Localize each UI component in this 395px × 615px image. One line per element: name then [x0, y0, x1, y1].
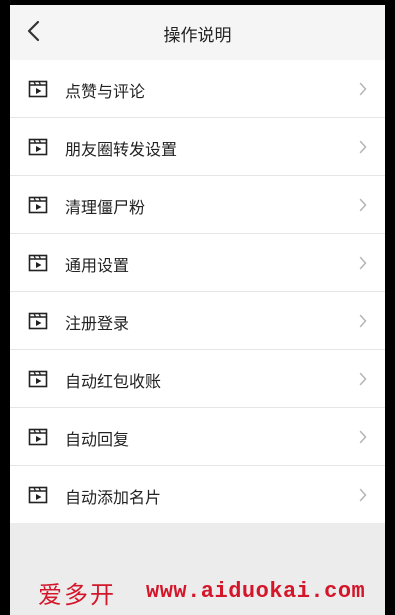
app-screen: 操作说明 点赞与评论 朋友圈转发设置 清理僵尸粉 通用设置 注册登录 自动红包收… [10, 5, 385, 615]
menu-item-auto-redpacket[interactable]: 自动红包收账 [10, 350, 385, 408]
video-clapper-icon [28, 196, 48, 214]
menu-item-label: 通用设置 [65, 256, 130, 275]
video-clapper-icon [28, 486, 48, 504]
nav-bar: 操作说明 [10, 5, 385, 60]
menu-item-label: 点赞与评论 [65, 82, 146, 101]
chevron-right-icon [359, 140, 367, 154]
chevron-right-icon [359, 488, 367, 502]
menu-item-general-settings[interactable]: 通用设置 [10, 234, 385, 292]
menu-item-label: 清理僵尸粉 [65, 198, 146, 217]
menu-item-auto-reply[interactable]: 自动回复 [10, 408, 385, 466]
watermark: 爱多开 www.aiduokai.com [10, 573, 385, 615]
menu-item-label: 注册登录 [65, 314, 130, 333]
menu-item-auto-add-card[interactable]: 自动添加名片 [10, 466, 385, 523]
chevron-right-icon [359, 82, 367, 96]
instruction-list: 点赞与评论 朋友圈转发设置 清理僵尸粉 通用设置 注册登录 自动红包收账 自动回… [10, 60, 385, 523]
chevron-right-icon [359, 372, 367, 386]
video-clapper-icon [28, 254, 48, 272]
menu-item-label: 自动红包收账 [65, 372, 162, 391]
menu-item-label: 自动添加名片 [65, 488, 162, 507]
menu-item-clean-fans[interactable]: 清理僵尸粉 [10, 176, 385, 234]
video-clapper-icon [28, 80, 48, 98]
video-clapper-icon [28, 312, 48, 330]
menu-item-moments-forward[interactable]: 朋友圈转发设置 [10, 118, 385, 176]
chevron-right-icon [359, 430, 367, 444]
chevron-right-icon [359, 314, 367, 328]
menu-item-label: 自动回复 [65, 430, 130, 449]
watermark-url: www.aiduokai.com [146, 579, 366, 604]
chevron-right-icon [359, 256, 367, 270]
watermark-brand: 爱多开 [38, 581, 116, 609]
page-title: 操作说明 [163, 26, 232, 46]
menu-item-register-login[interactable]: 注册登录 [10, 292, 385, 350]
menu-item-likes-comments[interactable]: 点赞与评论 [10, 60, 385, 118]
menu-item-label: 朋友圈转发设置 [65, 140, 178, 159]
chevron-right-icon [359, 198, 367, 212]
video-clapper-icon [28, 138, 48, 156]
video-clapper-icon [28, 370, 48, 388]
video-clapper-icon [28, 428, 48, 446]
